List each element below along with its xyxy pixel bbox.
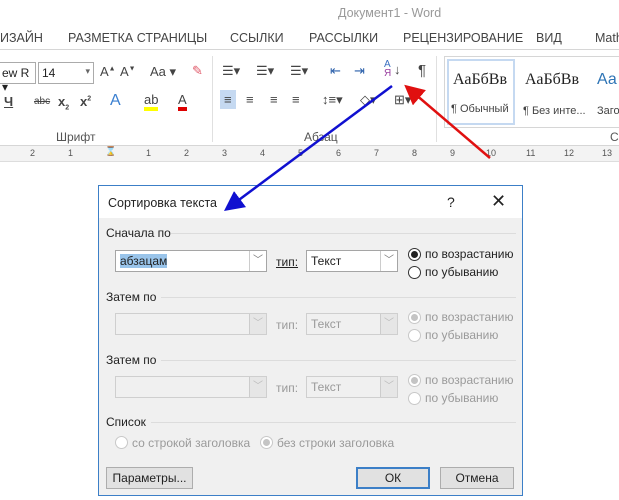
blue-arrow — [223, 84, 393, 211]
red-arrow — [404, 84, 491, 159]
annotation-arrows — [223, 84, 491, 211]
